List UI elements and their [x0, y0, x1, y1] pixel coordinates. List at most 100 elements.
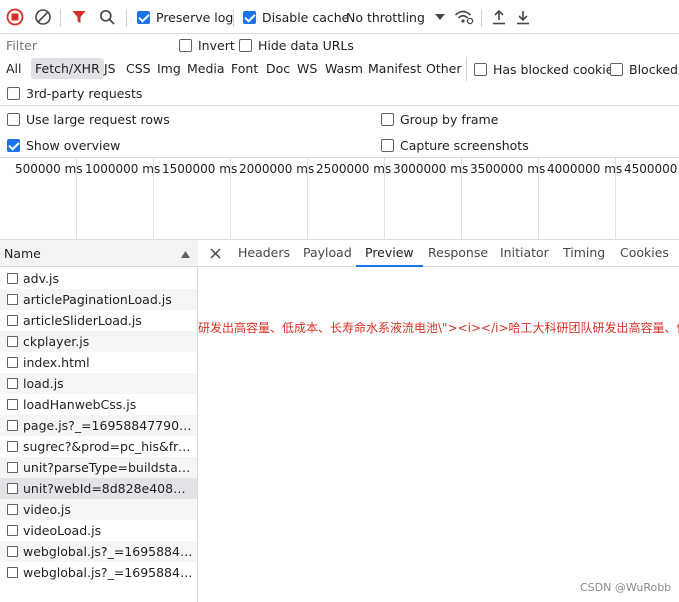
request-name: loadHanwebCss.js	[23, 397, 137, 412]
type-img[interactable]: Img	[153, 58, 185, 79]
file-icon	[7, 336, 18, 347]
third-party-label: 3rd-party requests	[26, 86, 143, 101]
checkbox[interactable]	[239, 39, 252, 52]
type-doc[interactable]: Doc	[262, 58, 294, 79]
network-settings-pane: Use large request rows Group by frame Sh…	[0, 106, 679, 158]
toolbar-divider	[233, 9, 234, 27]
stop-recording-button[interactable]	[6, 0, 24, 34]
tab-response[interactable]: Response	[428, 240, 488, 267]
search-icon	[99, 9, 115, 25]
throttling-value: No throttling	[346, 9, 425, 25]
toolbar-divider	[60, 9, 61, 27]
type-ws[interactable]: WS	[293, 58, 321, 79]
request-row[interactable]: adv.js	[0, 268, 197, 289]
checkbox[interactable]	[381, 139, 394, 152]
name-column-header[interactable]: Name	[0, 240, 198, 267]
request-name: page.js?_=1695884779077	[23, 418, 193, 433]
overview-tick-label: 4500000 m	[624, 162, 679, 176]
tab-initiator[interactable]: Initiator	[500, 240, 549, 267]
invert-checkbox[interactable]: Invert	[179, 38, 235, 53]
request-row[interactable]: videoLoad.js	[0, 520, 197, 541]
watermark: CSDN @WuRobb	[580, 581, 672, 594]
has-blocked-cookies-label: Has blocked cookies	[493, 62, 620, 77]
checkbox[interactable]	[179, 39, 192, 52]
invert-label: Invert	[198, 38, 235, 53]
request-row[interactable]: index.html	[0, 352, 197, 373]
large-rows-label: Use large request rows	[26, 112, 170, 127]
has-blocked-cookies-checkbox[interactable]: Has blocked cookies	[474, 62, 620, 77]
request-row[interactable]: unit?webId=8d828e408d904...	[0, 478, 197, 499]
funnel-icon	[72, 11, 86, 23]
request-row[interactable]: load.js	[0, 373, 197, 394]
checkbox-checked[interactable]	[137, 10, 150, 24]
request-row[interactable]: video.js	[0, 499, 197, 520]
file-icon	[7, 546, 18, 557]
export-har-button[interactable]	[515, 0, 531, 34]
tab-cookies[interactable]: Cookies	[620, 240, 669, 267]
filter-input[interactable]	[2, 36, 166, 55]
clear-button[interactable]	[34, 0, 52, 34]
request-row[interactable]: ckplayer.js	[0, 331, 197, 352]
request-row[interactable]: webglobal.js?_=1695884779...	[0, 541, 197, 562]
hide-data-urls-checkbox[interactable]: Hide data URLs	[239, 38, 354, 53]
download-icon	[517, 11, 529, 25]
hide-data-urls-label: Hide data URLs	[258, 38, 354, 53]
show-overview-checkbox[interactable]: Show overview	[7, 138, 120, 153]
request-name: articlePaginationLoad.js	[23, 292, 172, 307]
checkbox[interactable]	[610, 63, 623, 76]
request-row[interactable]: webglobal.js?_=1695884779...	[0, 562, 197, 583]
type-js[interactable]: JS	[100, 58, 120, 79]
file-icon	[7, 357, 18, 368]
request-row[interactable]: page.js?_=1695884779077	[0, 415, 197, 436]
large-rows-checkbox[interactable]: Use large request rows	[7, 112, 170, 127]
type-manifest[interactable]: Manifest	[364, 58, 425, 79]
type-media[interactable]: Media	[183, 58, 229, 79]
checkbox-checked[interactable]	[7, 139, 20, 152]
request-name: load.js	[23, 376, 64, 391]
tab-preview[interactable]: Preview	[356, 240, 423, 267]
capture-screenshots-checkbox[interactable]: Capture screenshots	[381, 138, 529, 153]
preserve-log-label: Preserve log	[156, 9, 234, 25]
preview-content[interactable]: 研发出高容量、低成本、长寿命水系液流电池\"><i></i>哈工大科研团队研发出…	[198, 319, 679, 336]
throttling-select[interactable]: No throttling	[346, 0, 445, 34]
request-name: unit?webId=8d828e408d904...	[23, 481, 193, 496]
checkbox[interactable]	[474, 63, 487, 76]
checkbox-checked[interactable]	[243, 10, 256, 24]
type-css[interactable]: CSS	[122, 58, 155, 79]
type-fetch-xhr[interactable]: Fetch/XHR	[31, 58, 104, 79]
import-har-button[interactable]	[491, 0, 507, 34]
checkbox[interactable]	[7, 113, 20, 126]
third-party-checkbox[interactable]: 3rd-party requests	[7, 86, 142, 101]
type-wasm[interactable]: Wasm	[321, 58, 367, 79]
request-row[interactable]: articlePaginationLoad.js	[0, 289, 197, 310]
checkbox[interactable]	[7, 87, 20, 100]
request-row[interactable]: unit?parseType=buildstatic&...	[0, 457, 197, 478]
toolbar-divider	[126, 9, 127, 27]
search-button[interactable]	[99, 0, 116, 34]
type-other[interactable]: Other	[422, 58, 466, 79]
group-by-frame-label: Group by frame	[400, 112, 499, 127]
preserve-log-checkbox[interactable]: Preserve log	[137, 0, 233, 34]
request-row[interactable]: sugrec?&prod=pc_his&from=...	[0, 436, 197, 457]
tab-headers[interactable]: Headers	[238, 240, 290, 267]
type-all[interactable]: All	[2, 58, 26, 79]
close-icon[interactable]	[210, 248, 221, 259]
filter-toggle-button[interactable]	[71, 0, 87, 34]
third-party-row: 3rd-party requests	[0, 81, 679, 106]
network-conditions-button[interactable]	[454, 0, 474, 34]
request-name: ckplayer.js	[23, 334, 90, 349]
timeline-overview[interactable]: 500000 ms 1000000 ms 1500000 ms 2000000 …	[0, 158, 679, 240]
group-by-frame-checkbox[interactable]: Group by frame	[381, 112, 498, 127]
request-name: adv.js	[23, 271, 59, 286]
request-row[interactable]: articleSliderLoad.js	[0, 310, 197, 331]
show-overview-label: Show overview	[26, 138, 121, 153]
tab-timing[interactable]: Timing	[563, 240, 605, 267]
type-font[interactable]: Font	[227, 58, 262, 79]
disable-cache-checkbox[interactable]: Disable cache	[243, 0, 349, 34]
request-row[interactable]: loadHanwebCss.js	[0, 394, 197, 415]
file-icon	[7, 315, 18, 326]
checkbox[interactable]	[381, 113, 394, 126]
tab-payload[interactable]: Payload	[303, 240, 352, 267]
blocked-requests-checkbox[interactable]: Blocked R	[610, 62, 679, 77]
sort-ascending-icon[interactable]	[181, 251, 190, 258]
